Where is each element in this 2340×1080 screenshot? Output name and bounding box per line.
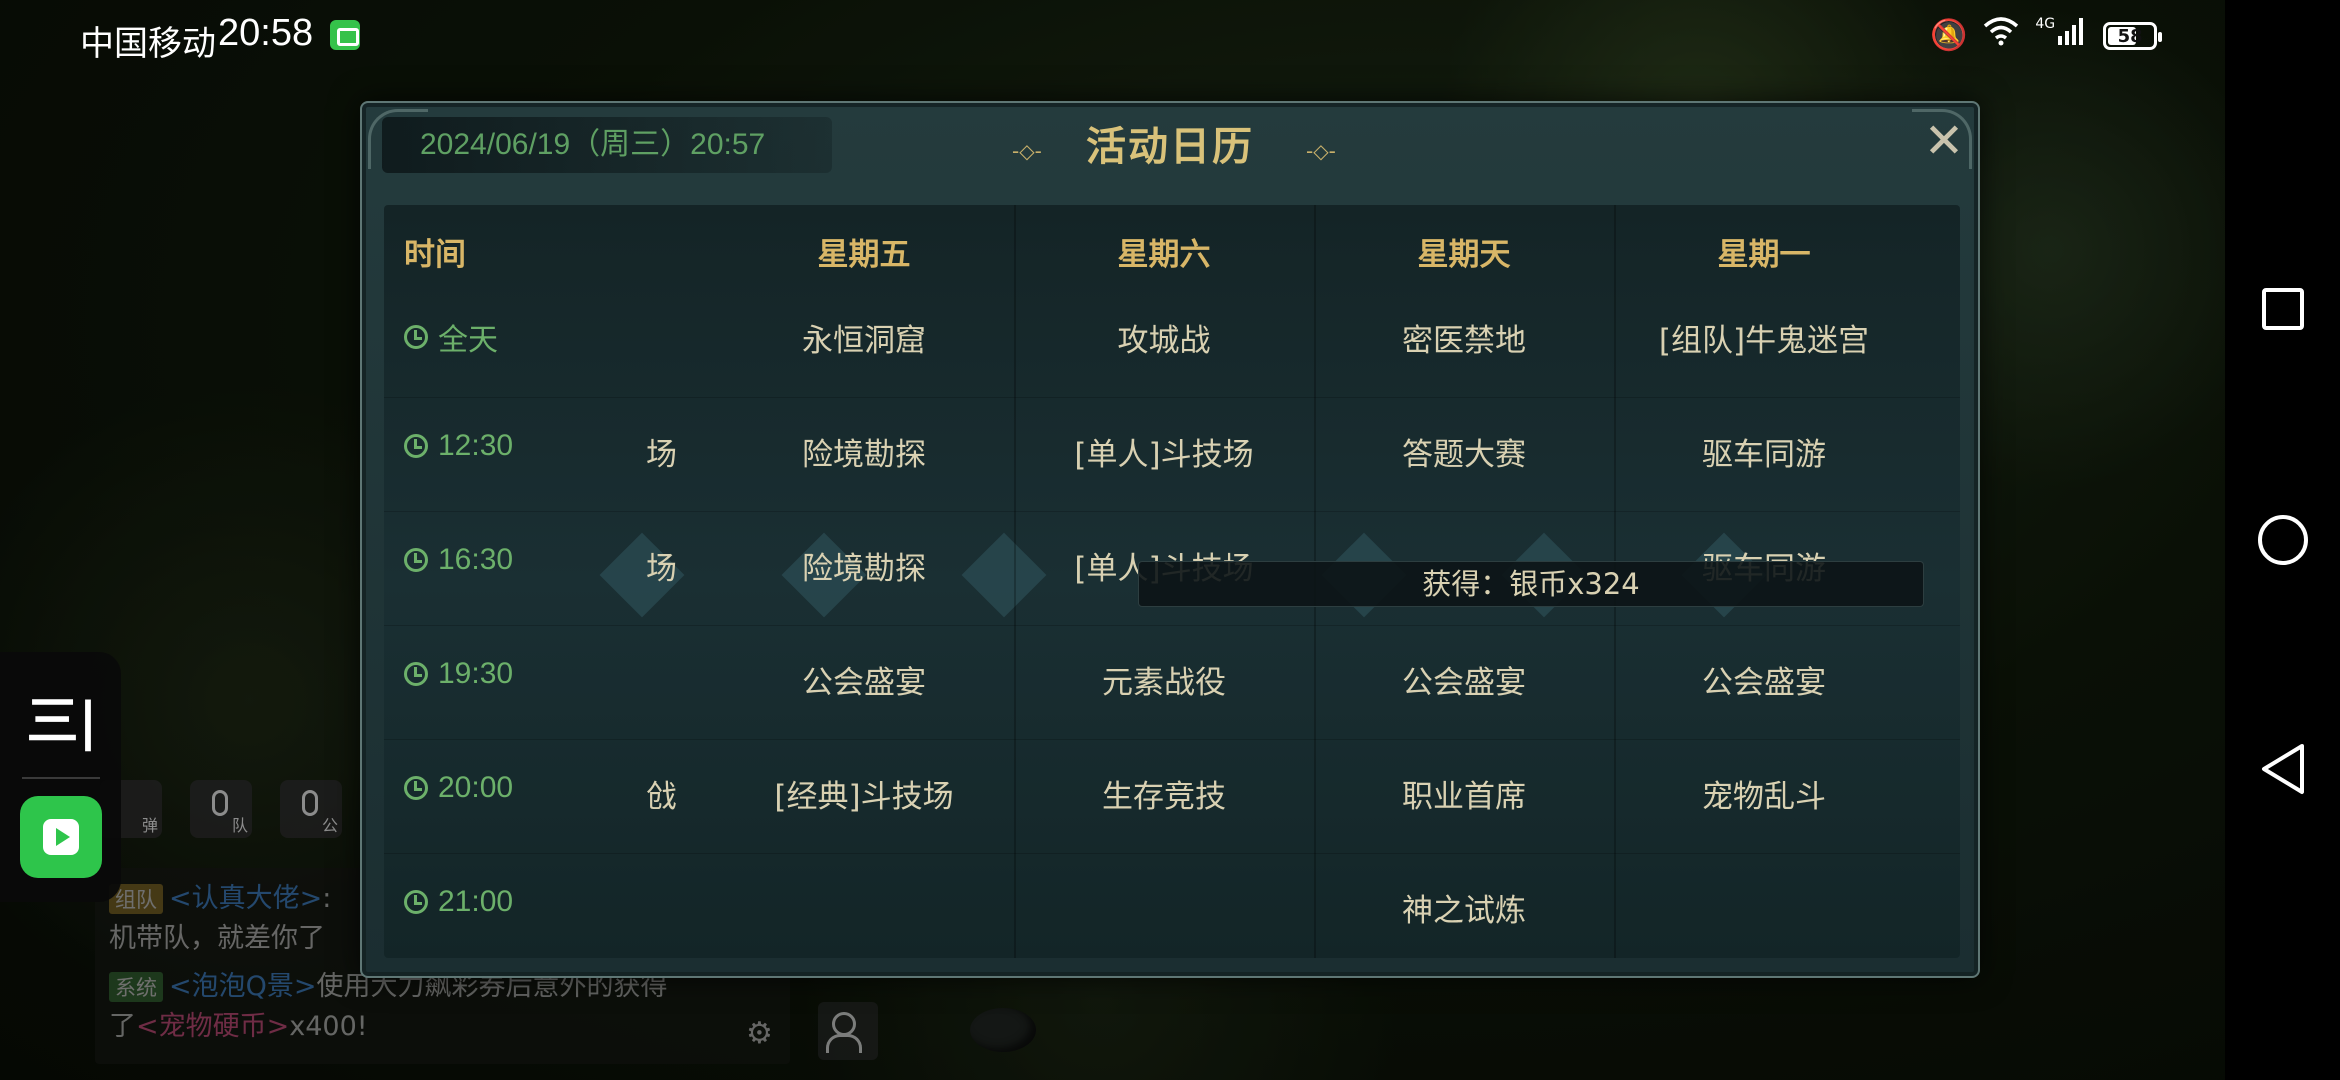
activity-cell[interactable]: 公会盛宴 [1614,657,1914,702]
time-label: 20:00 [438,771,514,804]
header-day: 星期一 [1717,237,1811,273]
clock-icon [404,662,428,686]
activity-cell[interactable]: [经典]斗技场 [714,771,1014,816]
activity-cell[interactable]: 公会盛宴 [1314,657,1614,702]
widget-divider [22,777,100,779]
status-clock: 20:58 [218,12,314,54]
square-icon [2261,288,2304,330]
time-label: 12:30 [438,429,514,462]
time-slot: 全天 [404,315,498,359]
record-app-button[interactable] [20,796,102,878]
title-ornament-icon: -◇- [1012,139,1042,163]
activity-cell-partial[interactable]: 场 [646,543,706,588]
row-divider [384,397,1960,398]
activity-cell[interactable]: 答题大赛 [1314,429,1614,474]
activity-cell-partial[interactable]: 戗 [646,771,706,816]
activity-cell[interactable]: 生存竞技 [1014,771,1314,816]
network-type: 4G [2035,16,2056,32]
row-divider [384,853,1960,854]
activity-cell-partial[interactable]: 场 [646,429,706,474]
activity-cell[interactable]: 神之试炼 [1314,885,1614,930]
time-label: 全天 [438,324,498,357]
clock-icon [404,890,428,914]
recent-apps-button[interactable] [2225,264,2340,354]
floating-assistant-widget[interactable]: 三| [0,652,121,902]
time-slot: 16:30 [404,543,513,577]
wifi-icon [1983,16,2019,57]
back-button[interactable] [2225,724,2340,814]
activity-cell[interactable]: 永恒洞窟 [714,315,1014,360]
activity-cell[interactable]: 驱车同游 [1614,429,1914,474]
time-slot: 20:00 [404,771,513,805]
activity-cell[interactable]: 元素战役 [1014,657,1314,702]
activity-cell[interactable]: [单人]斗技场 [1014,429,1314,474]
activity-cell[interactable]: 职业首席 [1314,771,1614,816]
header-day: 星期六 [1117,237,1211,273]
time-label: 16:30 [438,543,514,576]
time-slot: 19:30 [404,657,513,691]
clock-icon [404,776,428,800]
time-slot: 12:30 [404,429,513,463]
activity-cell[interactable]: 攻城战 [1014,315,1314,360]
notification-app-icon [330,20,360,50]
row-divider [384,625,1960,626]
time-label: 21:00 [438,885,514,918]
activity-cell[interactable]: 公会盛宴 [714,657,1014,702]
row-divider [384,511,1960,512]
back-triangle-icon [2261,744,2304,794]
header-day: 星期天 [1417,237,1511,273]
battery-icon: 58 [2103,22,2163,50]
activity-calendar-modal: 2024/06/19（周三）20:57 活动日历 -◇- -◇- ✕ 时间 星期… [360,101,1980,978]
time-slot: 21:00 [404,885,513,919]
play-icon [43,819,79,855]
modal-title: 活动日历 [1086,124,1254,170]
activity-cell[interactable]: 密医禁地 [1314,315,1614,360]
status-bar: 中国移动 20:58 🔕 4G 58 [0,0,2225,72]
carrier-label: 中国移动 [80,25,216,63]
clock-icon [404,548,428,572]
header-time: 时间 [404,237,466,273]
collapse-menu-icon[interactable]: 三| [22,682,102,762]
navigation-bar [2225,0,2340,1080]
clock-icon [404,434,428,458]
clock-icon [404,325,428,349]
circle-icon [2257,515,2308,565]
activity-cell[interactable]: 险境勘探 [714,429,1014,474]
status-icons: 🔕 4G 58 [1930,16,2163,57]
signal-icon [2057,16,2087,57]
header-day: 星期五 [817,237,911,273]
mute-bell-icon: 🔕 [1930,18,1968,53]
activity-cell[interactable]: 宠物乱斗 [1614,771,1914,816]
battery-level: 58 [2117,25,2143,47]
reward-toast: 获得：银币x324 [1138,561,1924,607]
row-divider [384,739,1960,740]
time-label: 19:30 [438,657,514,690]
home-button[interactable] [2225,495,2340,585]
activity-cell[interactable]: [组队]牛鬼迷宫 [1614,315,1914,360]
close-icon[interactable]: ✕ [1920,117,1968,167]
activity-cell[interactable]: 险境勘探 [714,543,1014,588]
title-ornament-icon: -◇- [1306,139,1336,163]
